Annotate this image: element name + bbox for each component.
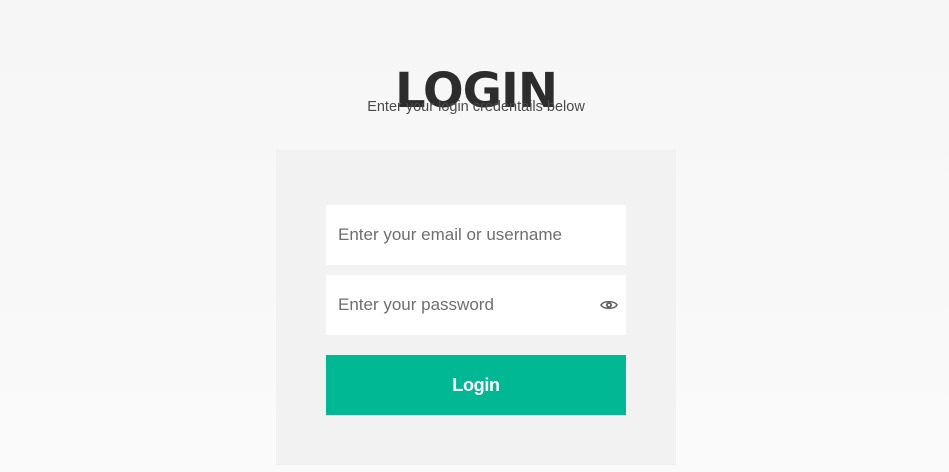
email-field-container (326, 205, 626, 265)
login-form-panel: Login (276, 150, 676, 465)
email-input[interactable] (326, 205, 626, 265)
login-button[interactable]: Login (326, 355, 626, 415)
password-input[interactable] (326, 275, 626, 335)
page-subtitle: Enter your login credentails below (367, 99, 585, 115)
eye-icon[interactable] (600, 297, 618, 313)
password-field-container (326, 275, 626, 335)
